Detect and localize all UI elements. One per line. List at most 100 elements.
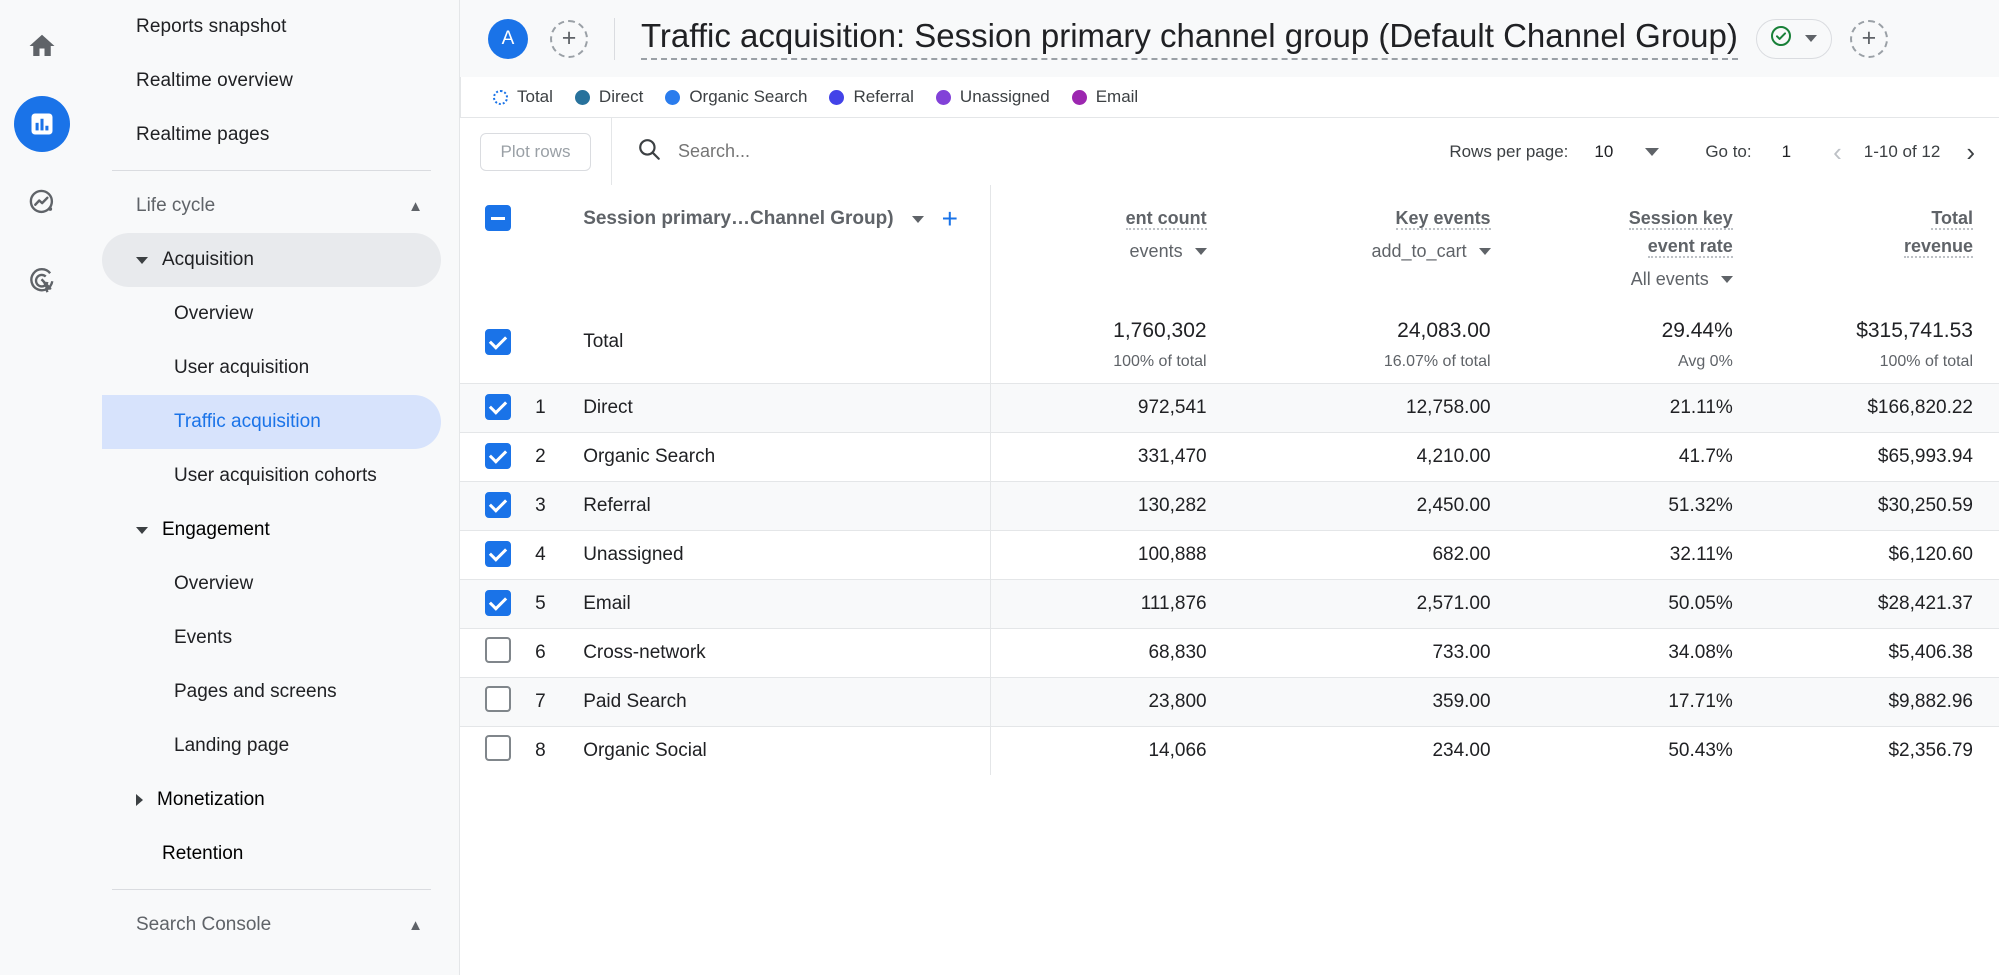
plot-rows-button[interactable]: Plot rows — [479, 132, 592, 171]
metric-title[interactable]: Key events — [1395, 208, 1491, 230]
row-checkbox[interactable] — [484, 685, 511, 712]
home-icon — [27, 31, 57, 61]
search-area — [612, 136, 1449, 167]
legend-item-direct[interactable]: Direct — [574, 87, 643, 107]
metric-subtitle[interactable]: add_to_cart — [1372, 241, 1467, 262]
chevron-down-icon[interactable] — [1194, 247, 1207, 255]
cell-key-events: 682.00 — [1232, 529, 1517, 579]
table-row[interactable]: 1 Direct 972,541 12,758.00 21.11% $166,820.22 — [460, 382, 1999, 432]
dimension-name[interactable]: Session primary…Channel Group) — [583, 208, 893, 230]
add-dimension-icon[interactable]: + — [942, 205, 958, 233]
table-row[interactable]: 6 Cross-network 68,830 733.00 34.08% $5,406.3… — [460, 627, 1999, 677]
metric-title-line1[interactable]: Session key — [1628, 208, 1733, 230]
row-checkbox-cell — [460, 307, 536, 384]
data-table-area: Session primary…Channel Group) + ent cou… — [460, 185, 1999, 975]
add-button[interactable]: + — [1849, 19, 1888, 58]
chevron-down-icon[interactable] — [1478, 247, 1491, 255]
sidebar-item-user-acquisition[interactable]: User acquisition — [102, 341, 441, 395]
nav-group-life-cycle[interactable]: Life cycle ▲ — [102, 179, 441, 233]
rail-item-reports[interactable] — [14, 96, 70, 152]
metric-title-line2[interactable]: revenue — [1903, 235, 1973, 258]
cell-session-key-event-rate: 17.71% — [1516, 676, 1759, 726]
rail-item-advertising[interactable] — [14, 252, 70, 308]
row-checkbox[interactable] — [484, 329, 511, 355]
row-checkbox[interactable] — [484, 443, 511, 469]
page-title[interactable]: Traffic acquisition: Session primary cha… — [641, 17, 1738, 60]
row-checkbox[interactable] — [484, 492, 511, 518]
legend-item-organic-search[interactable]: Organic Search — [665, 87, 807, 107]
data-quality-chip[interactable] — [1755, 18, 1832, 59]
rows-per-page-value[interactable]: 10 — [1594, 142, 1613, 162]
legend-dot-icon — [493, 89, 508, 105]
row-checkbox-cell — [460, 382, 536, 432]
go-to-value[interactable]: 1 — [1782, 142, 1791, 162]
metric-title-line1[interactable]: Total — [1931, 208, 1973, 230]
caret-right-icon — [136, 794, 143, 806]
chevron-right-icon[interactable]: › — [1966, 139, 1975, 165]
row-label[interactable]: Email — [583, 578, 991, 628]
table-toolbar: Plot rows Rows per page: 10 Go to: 1 ‹ 1… — [460, 117, 1999, 185]
metric-subtitle[interactable]: events — [1130, 241, 1183, 262]
traffic-acquisition-table: Session primary…Channel Group) + ent cou… — [460, 185, 1999, 775]
chevron-down-icon[interactable] — [1720, 275, 1733, 283]
chevron-left-icon[interactable]: ‹ — [1833, 139, 1842, 165]
sidebar-item-events[interactable]: Events — [102, 611, 441, 665]
legend-dot-icon — [935, 89, 951, 105]
metric-filter-value[interactable]: All events — [1631, 269, 1709, 290]
nav-item-realtime-pages[interactable]: Realtime pages — [102, 108, 441, 162]
table-row[interactable]: 3 Referral 130,282 2,450.00 51.32% $30,250.59 — [460, 480, 1999, 530]
add-comparison-button[interactable]: + — [550, 19, 588, 58]
table-row[interactable]: 7 Paid Search 23,800 359.00 17.71% $9,882.96 — [460, 676, 1999, 726]
avatar[interactable]: A — [488, 18, 528, 59]
metric-title-line2[interactable]: event rate — [1647, 235, 1733, 258]
row-checkbox[interactable] — [484, 734, 511, 761]
row-checkbox[interactable] — [484, 590, 511, 616]
metric-title[interactable]: ent count — [1125, 208, 1207, 230]
nav-group-retention[interactable]: Retention — [102, 827, 441, 881]
legend-item-referral[interactable]: Referral — [829, 87, 914, 107]
caret-down-icon — [136, 526, 148, 534]
table-row[interactable]: 8 Organic Social 14,066 234.00 50.43% $2,356.… — [460, 725, 1999, 775]
row-label[interactable]: Organic Social — [583, 725, 991, 775]
legend-item-email[interactable]: Email — [1071, 87, 1138, 107]
rail-item-explore[interactable] — [14, 174, 70, 230]
nav-group-search-console[interactable]: Search Console ▲ — [102, 898, 441, 952]
plus-icon: + — [561, 24, 577, 52]
sidebar-item-acquisition-overview[interactable]: Overview — [102, 287, 441, 341]
nav-group-acquisition[interactable]: Acquisition — [102, 233, 441, 287]
legend-item-total[interactable]: Total — [493, 87, 553, 107]
nav-item-reports-snapshot[interactable]: Reports snapshot — [102, 0, 441, 54]
nav-group-monetization[interactable]: Monetization — [102, 773, 441, 827]
cell-event-count: 111,876 — [989, 578, 1233, 628]
sidebar-item-pages-and-screens[interactable]: Pages and screens — [102, 665, 441, 719]
nav-group-engagement[interactable]: Engagement — [102, 503, 441, 557]
cell-session-key-event-rate: 32.11% — [1516, 529, 1759, 579]
legend-item-unassigned[interactable]: Unassigned — [935, 87, 1050, 107]
sidebar-item-user-acquisition-cohorts[interactable]: User acquisition cohorts — [102, 449, 441, 503]
cell-session-key-event-rate: 51.32% — [1516, 480, 1759, 530]
row-label[interactable]: Organic Search — [583, 431, 991, 481]
nav-group-label: Retention — [162, 843, 244, 864]
sidebar-item-engagement-overview[interactable]: Overview — [102, 557, 441, 611]
row-label[interactable]: Paid Search — [583, 676, 991, 726]
row-checkbox[interactable] — [484, 394, 511, 420]
chevron-down-icon[interactable] — [1645, 147, 1660, 156]
row-checkbox[interactable] — [484, 636, 511, 663]
select-all-checkbox[interactable] — [484, 205, 511, 231]
table-row[interactable]: 4 Unassigned 100,888 682.00 32.11% $6,120.60 — [460, 529, 1999, 579]
sidebar-item-traffic-acquisition[interactable]: Traffic acquisition — [102, 395, 441, 449]
rail-item-home[interactable] — [14, 18, 70, 74]
table-row[interactable]: 2 Organic Search 331,470 4,210.00 41.7% $65,9… — [460, 431, 1999, 481]
search-input[interactable] — [678, 141, 1018, 162]
chevron-down-icon[interactable] — [911, 215, 924, 223]
sidebar-item-landing-page[interactable]: Landing page — [102, 719, 441, 773]
row-label[interactable]: Cross-network — [583, 627, 991, 677]
table-row[interactable]: 5 Email 111,876 2,571.00 50.05% $28,421.37 — [460, 578, 1999, 628]
chart-legend: Total Direct Organic Search Referral Una… — [460, 77, 1999, 117]
row-checkbox[interactable] — [484, 541, 511, 567]
metric-header-event-count: ent count events — [989, 185, 1233, 307]
row-label[interactable]: Direct — [583, 382, 991, 432]
row-label[interactable]: Referral — [583, 480, 991, 530]
nav-item-realtime-overview[interactable]: Realtime overview — [102, 54, 441, 108]
row-label[interactable]: Unassigned — [583, 529, 991, 579]
